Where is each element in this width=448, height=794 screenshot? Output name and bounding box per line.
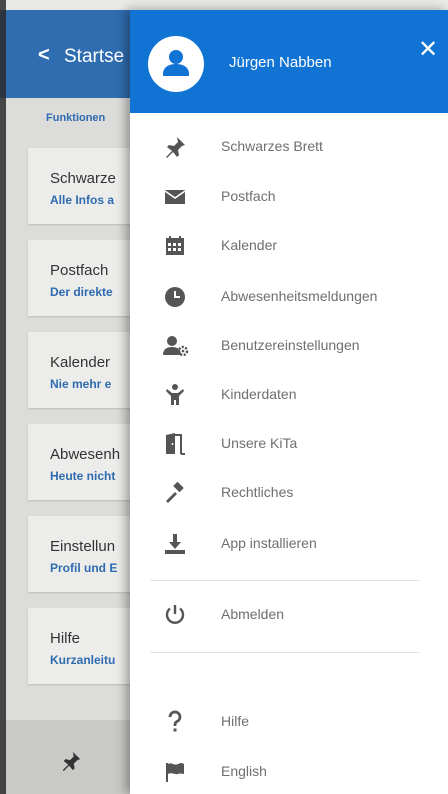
left-edge (0, 0, 6, 794)
gavel-icon (163, 481, 187, 505)
card-subtitle: Profil und E (50, 561, 118, 575)
menu-item-label: App installieren (221, 535, 317, 551)
card-subtitle: Der direkte (50, 285, 113, 299)
menu-item-label: Postfach (221, 188, 276, 204)
pin-icon[interactable] (60, 750, 82, 772)
divider (150, 652, 420, 653)
card-title: Schwarze (50, 170, 116, 187)
menu-item-hilfe[interactable]: Hilfe (130, 702, 448, 742)
card-subtitle: Heute nicht (50, 469, 116, 483)
back-icon[interactable]: < (38, 44, 50, 67)
menu-item-schwarzes-brett[interactable]: Schwarzes Brett (130, 127, 448, 167)
drawer-header: Jürgen Nabben ✕ (130, 10, 448, 113)
user-icon (163, 50, 189, 76)
power-icon (163, 603, 187, 627)
help-icon (163, 710, 187, 734)
menu-item-label: Kinderdaten (221, 386, 297, 402)
menu-item-label: Schwarzes Brett (221, 138, 323, 154)
door-icon (163, 432, 187, 456)
menu-item-label: Rechtliches (221, 484, 294, 500)
card-title: Hilfe (50, 630, 81, 647)
menu-item-app-installieren[interactable]: App installieren (130, 524, 448, 564)
top-strip (0, 0, 448, 10)
background-header: < Startse (0, 10, 150, 98)
menu-item-english[interactable]: English (130, 752, 448, 792)
card-subtitle: Alle Infos a (50, 193, 115, 207)
clock-icon (163, 285, 187, 309)
menu-item-benutzereinstellungen[interactable]: Benutzereinstellungen (130, 326, 448, 366)
menu-item-label: Kalender (221, 237, 278, 253)
user-settings-icon (163, 334, 189, 358)
menu-item-label: Abwesenheitsmeldungen (221, 288, 378, 304)
background-title: Startse (64, 46, 125, 67)
menu-item-unsere-kita[interactable]: Unsere KiTa (130, 424, 448, 464)
navigation-drawer: Jürgen Nabben ✕ Schwarzes Brett Postfach… (130, 10, 448, 794)
menu-item-rechtliches[interactable]: Rechtliches (130, 473, 448, 513)
card-title: Abwesenh (50, 446, 121, 463)
flag-icon (163, 760, 187, 784)
bottom-nav (0, 720, 150, 794)
menu-item-postfach[interactable]: Postfach (130, 177, 448, 217)
menu-item-label: Unsere KiTa (221, 435, 298, 451)
background-body: Funktionen Schwarze Alle Infos a Postfac… (0, 98, 158, 794)
divider (150, 580, 420, 581)
child-icon (163, 383, 187, 407)
menu-item-kinderdaten[interactable]: Kinderdaten (130, 375, 448, 415)
menu-item-label: English (221, 763, 267, 779)
menu-item-abwesenheitsmeldungen[interactable]: Abwesenheitsmeldungen (130, 277, 448, 317)
avatar (148, 36, 204, 92)
pin-icon (163, 135, 187, 159)
menu-item-kalender[interactable]: Kalender (130, 226, 448, 266)
calendar-icon (163, 234, 187, 258)
card-title: Einstellun (50, 538, 116, 555)
card-subtitle: Kurzanleitu (50, 653, 116, 667)
user-name: Jürgen Nabben (229, 54, 332, 71)
card-title: Postfach (50, 262, 109, 279)
menu-item-abmelden[interactable]: Abmelden (130, 595, 448, 635)
section-label: Funktionen (46, 112, 106, 124)
mail-icon (163, 185, 187, 209)
menu-item-label: Benutzereinstellungen (221, 337, 360, 353)
menu-item-label: Abmelden (221, 606, 285, 622)
download-icon (163, 532, 187, 556)
menu-item-label: Hilfe (221, 713, 250, 729)
close-icon[interactable]: ✕ (416, 38, 440, 62)
card-subtitle: Nie mehr e (50, 377, 112, 391)
card-title: Kalender (50, 354, 111, 371)
